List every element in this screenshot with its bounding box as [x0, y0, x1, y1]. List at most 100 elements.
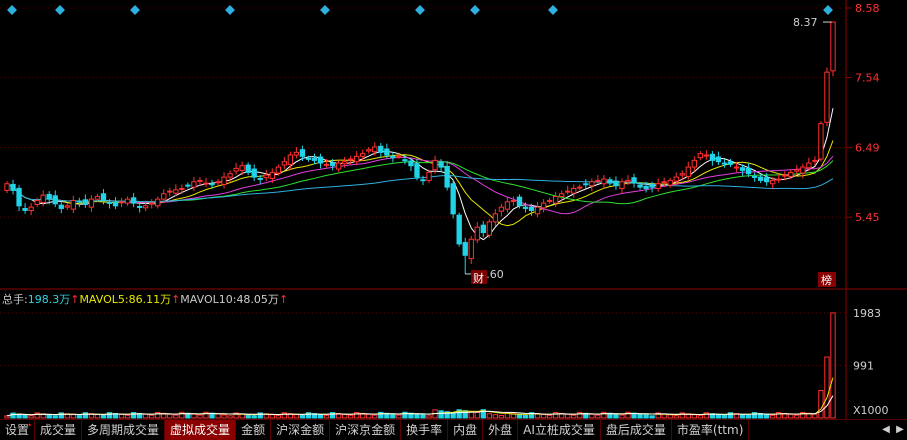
candle-body: [522, 206, 529, 209]
ranking-badge-label: 榜: [821, 273, 832, 287]
tab-inner-volume[interactable]: 内盘: [448, 420, 484, 440]
tab-sh-sz-bj-amount[interactable]: 沪深京金额: [330, 420, 402, 440]
tab-ai-pile-volume[interactable]: AI立桩成交量: [518, 420, 601, 440]
candle-body: [757, 176, 764, 181]
axis-labels: 8.58 7.54 6.49 5.45 1983 991 X1000: [853, 2, 889, 417]
price-axis-label: 7.54: [855, 72, 880, 85]
candle-body: [185, 184, 191, 187]
candle-body: [293, 151, 300, 156]
tab-sh-sz-amount[interactable]: 沪深金额: [271, 420, 331, 440]
volume-bar: [390, 413, 396, 419]
event-diamond-icon: [130, 5, 140, 15]
candle-body: [770, 179, 776, 185]
volume-bar: [571, 414, 577, 419]
tab-turnover-rate[interactable]: 换手率: [401, 420, 449, 440]
event-diamond-icon: [470, 5, 480, 15]
candle-body: [601, 178, 607, 185]
tab-virtual-volume[interactable]: 虚拟成交量: [165, 420, 237, 440]
tab-multi-period-volume-label: 多周期成交量: [87, 423, 160, 437]
volume-bar: [124, 414, 131, 419]
candle-body: [450, 183, 456, 215]
volume-bar: [28, 415, 34, 419]
tab-sh-sz-amount-label: 沪深金额: [276, 423, 325, 437]
tab-settings-label: 设置: [5, 423, 30, 437]
total-volume-label: 总手:: [2, 293, 28, 306]
candle-body: [179, 187, 185, 190]
candle-body: [384, 148, 390, 156]
kline-chart[interactable]: 8.587.546.495.451983991X1000 8.374.60财榜: [0, 0, 907, 439]
event-diamond-icon: [415, 5, 425, 15]
candle-body: [16, 187, 22, 207]
candle-body: [571, 187, 577, 194]
tab-outer-volume[interactable]: 外盘: [483, 420, 519, 440]
volume-bar: [673, 415, 679, 419]
candle-body: [215, 181, 221, 184]
tab-after-hours-volume[interactable]: 盘后成交量: [601, 420, 672, 440]
volume-bar: [643, 414, 649, 419]
volume-bar: [540, 413, 547, 419]
candle-body: [94, 195, 101, 200]
scroll-left-icon[interactable]: ◀: [879, 420, 893, 440]
candle-body: [727, 161, 734, 165]
candle-body: [559, 193, 565, 197]
candle-body: [540, 202, 547, 209]
candle-body: [124, 198, 131, 204]
candle-body: [637, 184, 643, 188]
candle-body: [40, 194, 46, 203]
tab-multi-period-volume[interactable]: 多周期成交量: [82, 420, 166, 440]
volume-bar: [396, 414, 402, 419]
candle-body: [709, 153, 716, 161]
candle-body: [565, 190, 571, 193]
tab-settings[interactable]: 设置 •: [0, 420, 36, 440]
candle-body: [245, 164, 251, 173]
volume-bar: [118, 413, 125, 419]
volume-bar: [293, 414, 300, 419]
volume-axis-label: 1983: [853, 307, 881, 320]
candle-body: [625, 179, 631, 183]
volume-bar: [637, 413, 643, 419]
candle-body: [492, 213, 499, 223]
candle-body: [106, 201, 113, 204]
tab-volume-label: 成交量: [40, 423, 77, 437]
candle-body: [643, 185, 649, 189]
candle-body: [360, 153, 366, 157]
price-axis-label: 8.58: [855, 2, 880, 15]
candle-body: [203, 182, 209, 185]
candle-body: [474, 226, 480, 241]
price-axis-label: 6.49: [855, 142, 880, 155]
volume-bar: [589, 413, 595, 419]
candle-body: [444, 165, 450, 188]
candle-body: [763, 177, 770, 183]
candle-body: [607, 179, 613, 184]
volume-bar: [474, 411, 480, 419]
candle-body: [432, 159, 438, 171]
price-axis-label: 5.45: [855, 211, 880, 224]
candle-body: [733, 166, 740, 169]
candle-body: [546, 199, 553, 202]
volume-axis-label: X1000: [853, 404, 889, 417]
tab-pe-ttm-label: 市盈率(ttm): [676, 423, 744, 437]
mavol10-line: [6, 395, 834, 417]
volume-bar: [341, 413, 348, 419]
volume-bar: [546, 414, 553, 419]
candle-body: [516, 196, 523, 207]
candle-body: [257, 177, 263, 180]
candle-body: [22, 207, 28, 211]
tab-pe-ttm[interactable]: 市盈率(ttm): [672, 420, 750, 440]
scroll-right-icon[interactable]: ▶: [893, 420, 907, 440]
candle-body: [341, 161, 348, 165]
candle-body: [552, 195, 559, 204]
volume-bar: [221, 414, 227, 419]
tab-amount[interactable]: 金额: [236, 420, 272, 440]
candle-body: [685, 166, 691, 177]
volume-bar: [721, 415, 728, 419]
candle-body: [136, 205, 143, 208]
tab-volume[interactable]: 成交量: [35, 420, 83, 440]
event-diamond-icon: [225, 5, 235, 15]
tab-sh-sz-bj-amount-label: 沪深京金额: [335, 423, 396, 437]
candle-body: [510, 199, 517, 202]
volume-bar: [22, 414, 28, 419]
tab-scroll-controls: ◀ ▶: [879, 420, 907, 440]
volume-bar: [818, 389, 824, 419]
candle-body: [239, 165, 245, 171]
